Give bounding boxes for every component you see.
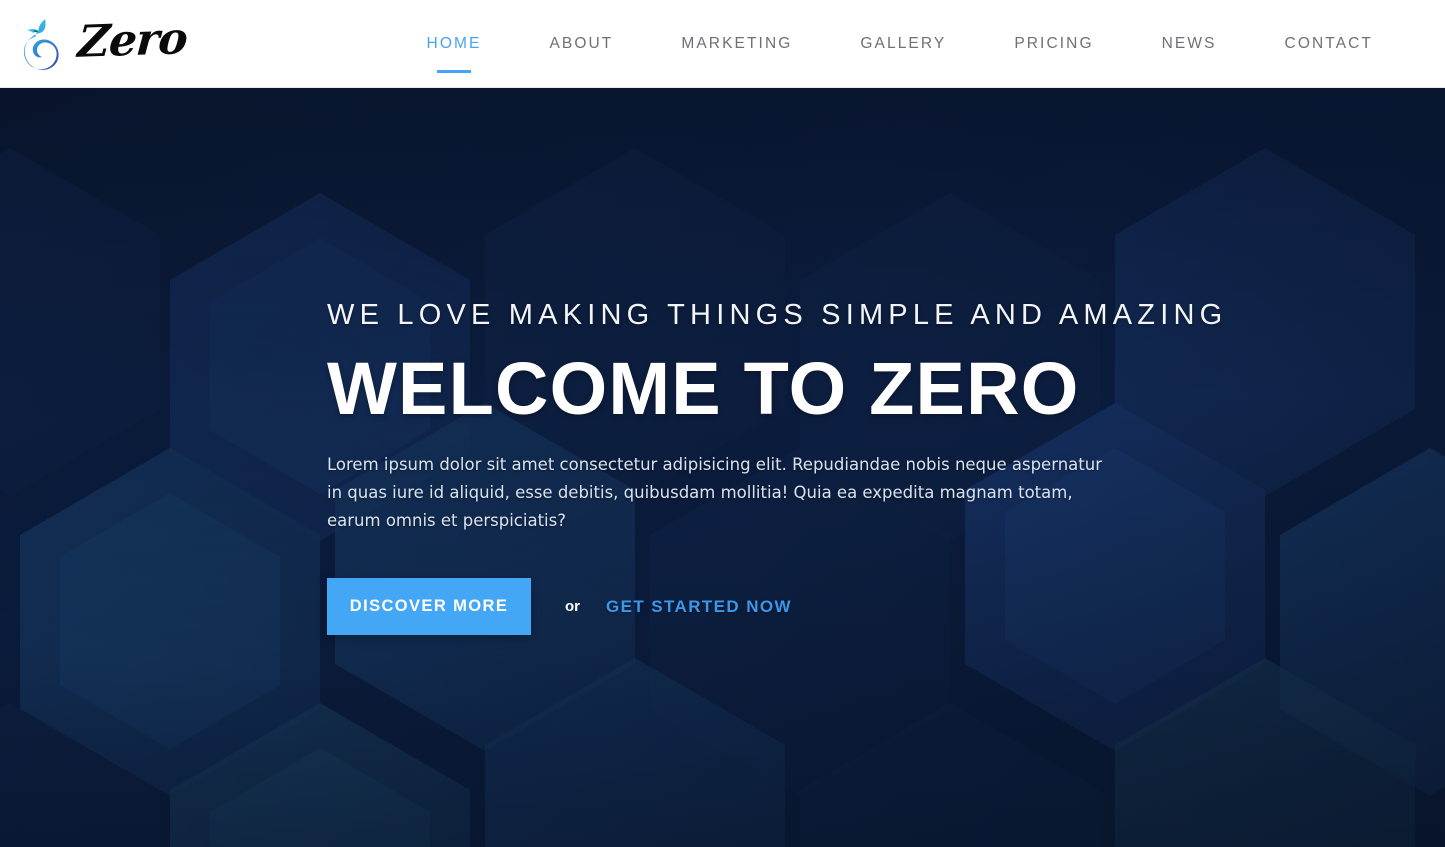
- get-started-now-link[interactable]: GET STARTED NOW: [606, 597, 792, 617]
- nav-item-about[interactable]: ABOUT: [547, 31, 615, 57]
- hero-actions: DISCOVER MORE or GET STARTED NOW: [327, 578, 1445, 636]
- nav-item-news[interactable]: NEWS: [1160, 31, 1219, 57]
- discover-more-button[interactable]: DISCOVER MORE: [327, 578, 531, 636]
- main-navigation: HOME ABOUT MARKETING GALLERY PRICING NEW…: [393, 31, 1375, 57]
- brand-wordmark: Zero: [76, 12, 189, 68]
- nav-item-gallery[interactable]: GALLERY: [858, 31, 948, 57]
- site-header: Zero HOME ABOUT MARKETING GALLERY PRICIN…: [0, 0, 1445, 88]
- nav-item-marketing[interactable]: MARKETING: [679, 31, 794, 57]
- nav-item-contact[interactable]: CONTACT: [1283, 31, 1375, 57]
- or-divider-label: or: [565, 598, 580, 616]
- nav-item-pricing[interactable]: PRICING: [1012, 31, 1095, 57]
- hero-subtitle: WE LOVE MAKING THINGS SIMPLE AND AMAZING: [327, 298, 1228, 331]
- hero-content: WE LOVE MAKING THINGS SIMPLE AND AMAZING…: [0, 88, 1445, 847]
- nav-item-home[interactable]: HOME: [425, 31, 484, 57]
- brand-logo[interactable]: Zero: [18, 12, 189, 73]
- hero-section: WE LOVE MAKING THINGS SIMPLE AND AMAZING…: [0, 88, 1445, 847]
- dragon-logo-icon: [23, 18, 59, 70]
- hero-title: WELCOME TO ZERO: [327, 346, 1080, 430]
- hero-paragraph: Lorem ipsum dolor sit amet consectetur a…: [327, 455, 1102, 530]
